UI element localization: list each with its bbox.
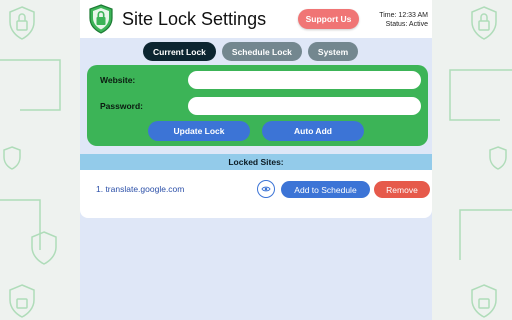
remove-button[interactable]: Remove — [374, 181, 430, 198]
lock-form: Website: Password: Update Lock Auto Add — [87, 65, 428, 146]
background-circuit-line — [0, 199, 41, 250]
settings-panel: Site Lock Settings Support Us Time: 12:3… — [80, 0, 432, 320]
time-text: Time: 12:33 AM — [379, 12, 428, 19]
update-lock-button[interactable]: Update Lock — [148, 121, 250, 141]
background-shield-icon — [9, 6, 35, 40]
tab-bar: Current Lock Schedule Lock System — [143, 42, 359, 61]
eye-icon — [261, 186, 271, 192]
status-text: Status: Active — [385, 21, 428, 28]
shield-lock-icon — [89, 4, 113, 34]
tab-schedule-lock[interactable]: Schedule Lock — [221, 42, 302, 61]
background-shield-icon — [3, 146, 21, 170]
background-circuit-line — [459, 209, 512, 260]
background-circuit-line — [0, 59, 61, 111]
password-input[interactable] — [188, 97, 421, 115]
tab-system[interactable]: System — [307, 42, 359, 61]
background-shield-icon — [489, 146, 507, 170]
locked-sites-header: Locked Sites: — [80, 154, 432, 170]
locked-site-name: 1. translate.google.com — [96, 184, 185, 194]
page-title: Site Lock Settings — [122, 9, 267, 29]
add-to-schedule-button[interactable]: Add to Schedule — [281, 181, 370, 198]
auto-add-button[interactable]: Auto Add — [262, 121, 364, 141]
header: Site Lock Settings Support Us Time: 12:3… — [80, 0, 432, 38]
tab-current-lock[interactable]: Current Lock — [143, 42, 216, 61]
background-shield-icon — [31, 231, 57, 265]
background-shield-icon — [9, 284, 35, 318]
status-info: Time: 12:33 AM Status: Active — [379, 11, 428, 29]
view-password-button[interactable] — [257, 180, 275, 198]
password-label: Password: — [100, 101, 143, 111]
background-shield-icon — [471, 6, 497, 40]
support-us-button[interactable]: Support Us — [298, 9, 359, 29]
background-shield-icon — [471, 284, 497, 318]
website-label: Website: — [100, 75, 136, 85]
background-circuit-line — [449, 69, 512, 121]
website-input[interactable] — [188, 71, 421, 89]
locked-sites-list: 1. translate.google.com Add to Schedule … — [80, 170, 432, 218]
